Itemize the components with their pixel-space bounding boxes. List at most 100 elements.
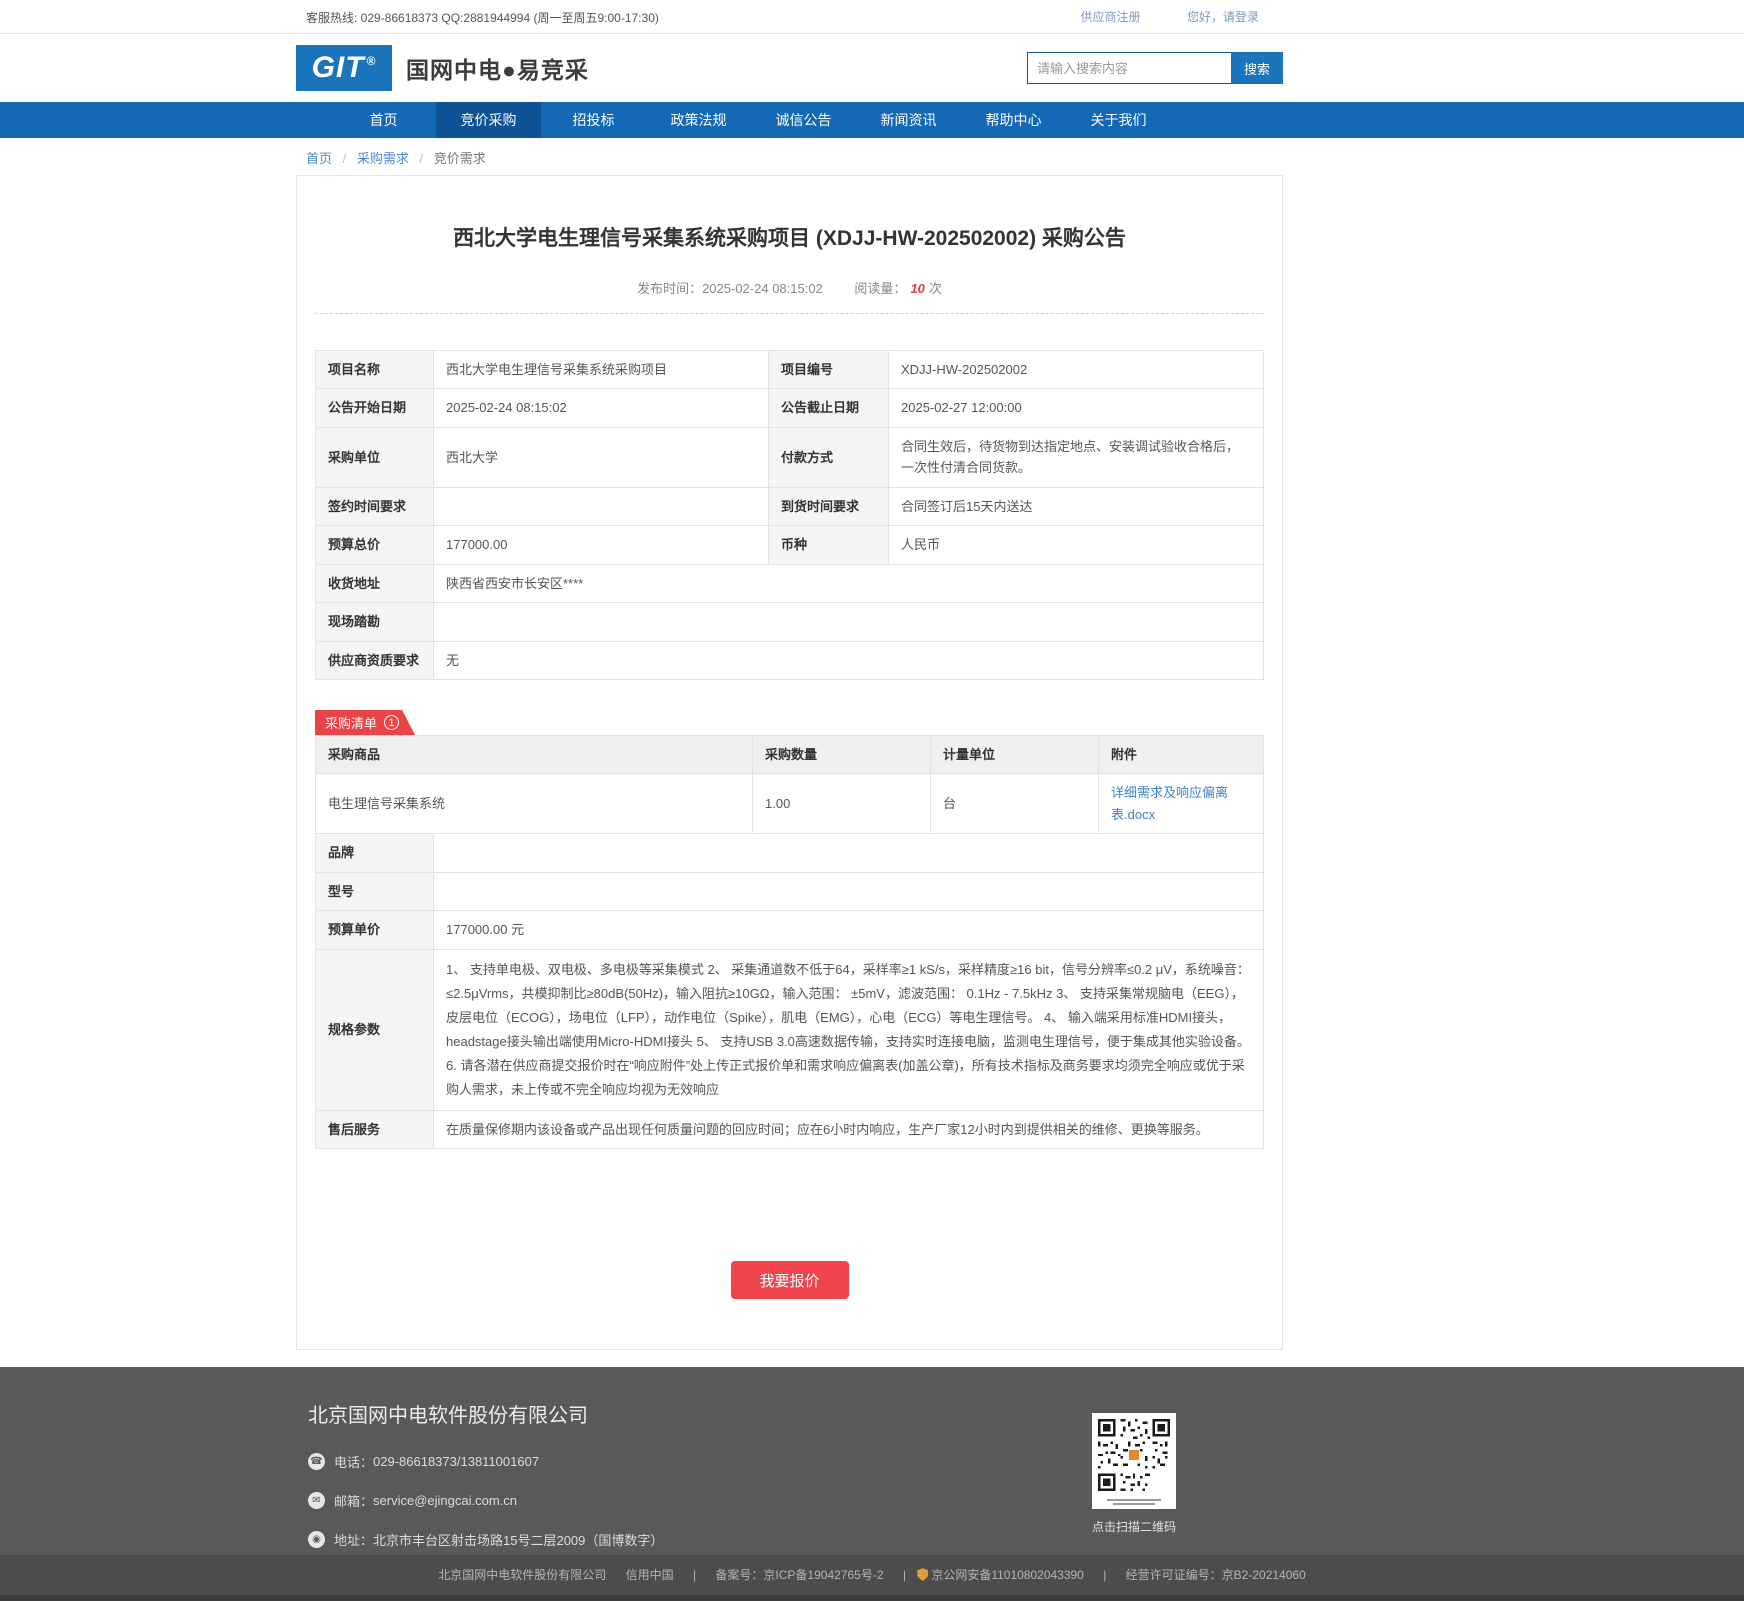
footer-bar-company: 北京国网中电软件股份有限公司 bbox=[438, 1568, 606, 1582]
git-logo: GIT® bbox=[296, 45, 392, 91]
qr-code[interactable] bbox=[1092, 1413, 1176, 1509]
info-label: 预算总价 bbox=[316, 526, 434, 564]
notice-meta: 发布时间：2025-02-24 08:15:02 阅读量：10次 bbox=[315, 278, 1264, 314]
info-label: 项目编号 bbox=[769, 351, 889, 389]
budget-unit-price: 177000.00 元 bbox=[434, 911, 1264, 949]
budget-total-value: 177000.00 bbox=[434, 526, 769, 564]
search-button[interactable]: 搜索 bbox=[1231, 52, 1283, 84]
nav-item-tender[interactable]: 招投标 bbox=[541, 102, 646, 138]
login-link[interactable]: 您好，请登录 bbox=[1187, 10, 1259, 24]
detail-label: 售后服务 bbox=[316, 1110, 434, 1148]
nav-item-news[interactable]: 新闻资讯 bbox=[856, 102, 961, 138]
detail-label: 预算单价 bbox=[316, 911, 434, 949]
attachment-link[interactable]: 详细需求及响应偏离表.docx bbox=[1111, 785, 1228, 821]
nav-item-help[interactable]: 帮助中心 bbox=[961, 102, 1066, 138]
purchase-detail-table: 品牌 型号 预算单价 177000.00 元 规格参数 1、 支持单电极、双电极… bbox=[315, 833, 1264, 1149]
info-value: 西北大学电生理信号采集系统采购项目 bbox=[434, 351, 769, 389]
breadcrumb-current: 竞价需求 bbox=[434, 151, 486, 166]
phone-icon: ☎ bbox=[308, 1453, 325, 1470]
info-value: 人民币 bbox=[889, 526, 1264, 564]
bar-separator: | bbox=[693, 1568, 696, 1582]
publish-time: 发布时间：2025-02-24 08:15:02 bbox=[637, 281, 823, 296]
info-value: 无 bbox=[434, 641, 1264, 679]
table-row: 采购单位 西北大学 付款方式 合同生效后，待货物到达指定地点、安装调试验收合格后… bbox=[316, 427, 1264, 487]
table-row: 公告开始日期 2025-02-24 08:15:02 公告截止日期 2025-0… bbox=[316, 389, 1264, 427]
info-label: 采购单位 bbox=[316, 427, 434, 487]
business-license-number: 经营许可证编号：京B2-20214060 bbox=[1126, 1568, 1306, 1582]
product-name: 电生理信号采集系统 bbox=[316, 774, 753, 834]
info-label: 现场踏勘 bbox=[316, 603, 434, 641]
table-header-row: 采购商品 采购数量 计量单位 附件 bbox=[316, 735, 1264, 773]
supplier-register-link[interactable]: 供应商注册 bbox=[1081, 10, 1141, 24]
nav-item-policy[interactable]: 政策法规 bbox=[646, 102, 751, 138]
info-value bbox=[434, 603, 1264, 641]
info-label: 公告开始日期 bbox=[316, 389, 434, 427]
info-label: 签约时间要求 bbox=[316, 487, 434, 525]
info-value bbox=[434, 487, 769, 525]
topbar: 客服热线: 029-86618373 QQ:2881944994 (周一至周五9… bbox=[0, 0, 1744, 34]
qr-scan-caption: 点击扫描二维码 bbox=[1084, 1518, 1184, 1535]
notice-card: 西北大学电生理信号采集系统采购项目 (XDJJ-HW-202502002) 采购… bbox=[296, 175, 1283, 1350]
info-value: 2025-02-27 12:00:00 bbox=[889, 389, 1264, 427]
info-value: 陕西省西安市长安区**** bbox=[434, 564, 1264, 602]
breadcrumb-separator: / bbox=[420, 151, 424, 166]
credit-china-link[interactable]: 信用中国 bbox=[626, 1568, 674, 1582]
breadcrumb-home[interactable]: 首页 bbox=[306, 151, 332, 166]
column-header-quantity: 采购数量 bbox=[753, 735, 931, 773]
table-row: 电生理信号采集系统 1.00 台 详细需求及响应偏离表.docx bbox=[316, 774, 1264, 834]
purchase-list-label: 采购清单 bbox=[325, 713, 377, 732]
product-quantity: 1.00 bbox=[753, 774, 931, 834]
bar-separator: | bbox=[903, 1568, 906, 1582]
brand-title: 国网中电●易竞采 bbox=[406, 51, 589, 85]
qr-code-block[interactable]: 点击扫描二维码 bbox=[1084, 1413, 1184, 1535]
quote-button[interactable]: 我要报价 bbox=[731, 1261, 849, 1299]
table-row: 预算总价 177000.00 币种 人民币 bbox=[316, 526, 1264, 564]
search-bar: 搜索 bbox=[1027, 52, 1283, 84]
info-label: 项目名称 bbox=[316, 351, 434, 389]
table-row: 签约时间要求 到货时间要求 合同签订后15天内送达 bbox=[316, 487, 1264, 525]
page-title: 西北大学电生理信号采集系统采购项目 (XDJJ-HW-202502002) 采购… bbox=[315, 222, 1264, 252]
info-label: 供应商资质要求 bbox=[316, 641, 434, 679]
registered-mark: ® bbox=[367, 54, 377, 68]
nav-item-home[interactable]: 首页 bbox=[331, 102, 436, 138]
after-sale-service: 在质量保修期内该设备或产品出现任何质量问题的回应时间；应在6小时内响应，生产厂家… bbox=[434, 1110, 1264, 1148]
footer-bottom-bar: 北京国网中电软件股份有限公司 信用中国 | 备案号：京ICP备19042765号… bbox=[0, 1555, 1744, 1595]
phone-label: 电话： bbox=[334, 1452, 373, 1471]
email-icon: ✉ bbox=[308, 1492, 325, 1509]
search-input[interactable] bbox=[1027, 52, 1231, 84]
column-header-unit: 计量单位 bbox=[931, 735, 1099, 773]
info-label: 到货时间要求 bbox=[769, 487, 889, 525]
info-value: 西北大学 bbox=[434, 427, 769, 487]
purchase-list-badge: 采购清单 1 bbox=[315, 710, 415, 735]
nav-item-integrity[interactable]: 诚信公告 bbox=[751, 102, 856, 138]
logo: GIT® 国网中电●易竞采 bbox=[296, 45, 589, 91]
purchase-list-section: 采购清单 1 bbox=[315, 710, 1264, 735]
column-header-product: 采购商品 bbox=[316, 735, 753, 773]
table-row: 供应商资质要求 无 bbox=[316, 641, 1264, 679]
table-row: 预算单价 177000.00 元 bbox=[316, 911, 1264, 949]
info-label: 币种 bbox=[769, 526, 889, 564]
table-row: 型号 bbox=[316, 872, 1264, 910]
column-header-attachment: 附件 bbox=[1099, 735, 1264, 773]
public-security-record-link[interactable]: 京公网安备11010802043390 bbox=[931, 1568, 1084, 1582]
address-label: 地址： bbox=[334, 1530, 373, 1549]
breadcrumb: 首页 / 采购需求 / 竞价需求 bbox=[296, 138, 1283, 175]
location-pin-icon: ◉ bbox=[308, 1531, 325, 1548]
git-logo-text: GIT bbox=[312, 51, 365, 85]
breadcrumb-purchase-demand[interactable]: 采购需求 bbox=[357, 151, 409, 166]
table-row: 规格参数 1、 支持单电极、双电极、多电极等采集模式 2、 采集通道数不低于64… bbox=[316, 949, 1264, 1110]
topbar-links: 供应商注册 您好，请登录 bbox=[1039, 8, 1259, 26]
info-label: 付款方式 bbox=[769, 427, 889, 487]
table-row: 项目名称 西北大学电生理信号采集系统采购项目 项目编号 XDJJ-HW-2025… bbox=[316, 351, 1264, 389]
qr-caption-lines bbox=[1098, 1499, 1170, 1505]
purchase-count-badge: 1 bbox=[384, 715, 399, 730]
table-row: 售后服务 在质量保修期内该设备或产品出现任何质量问题的回应时间；应在6小时内响应… bbox=[316, 1110, 1264, 1148]
info-value: XDJJ-HW-202502002 bbox=[889, 351, 1264, 389]
detail-value bbox=[434, 834, 1264, 872]
hotline-text: 客服热线: 029-86618373 QQ:2881944994 (周一至周五9… bbox=[306, 9, 659, 26]
nav-item-about[interactable]: 关于我们 bbox=[1066, 102, 1171, 138]
detail-label: 型号 bbox=[316, 872, 434, 910]
header: GIT® 国网中电●易竞采 搜索 bbox=[296, 34, 1283, 102]
nav-item-bidding-purchase[interactable]: 竞价采购 bbox=[436, 102, 541, 138]
project-info-table: 项目名称 西北大学电生理信号采集系统采购项目 项目编号 XDJJ-HW-2025… bbox=[315, 350, 1264, 680]
